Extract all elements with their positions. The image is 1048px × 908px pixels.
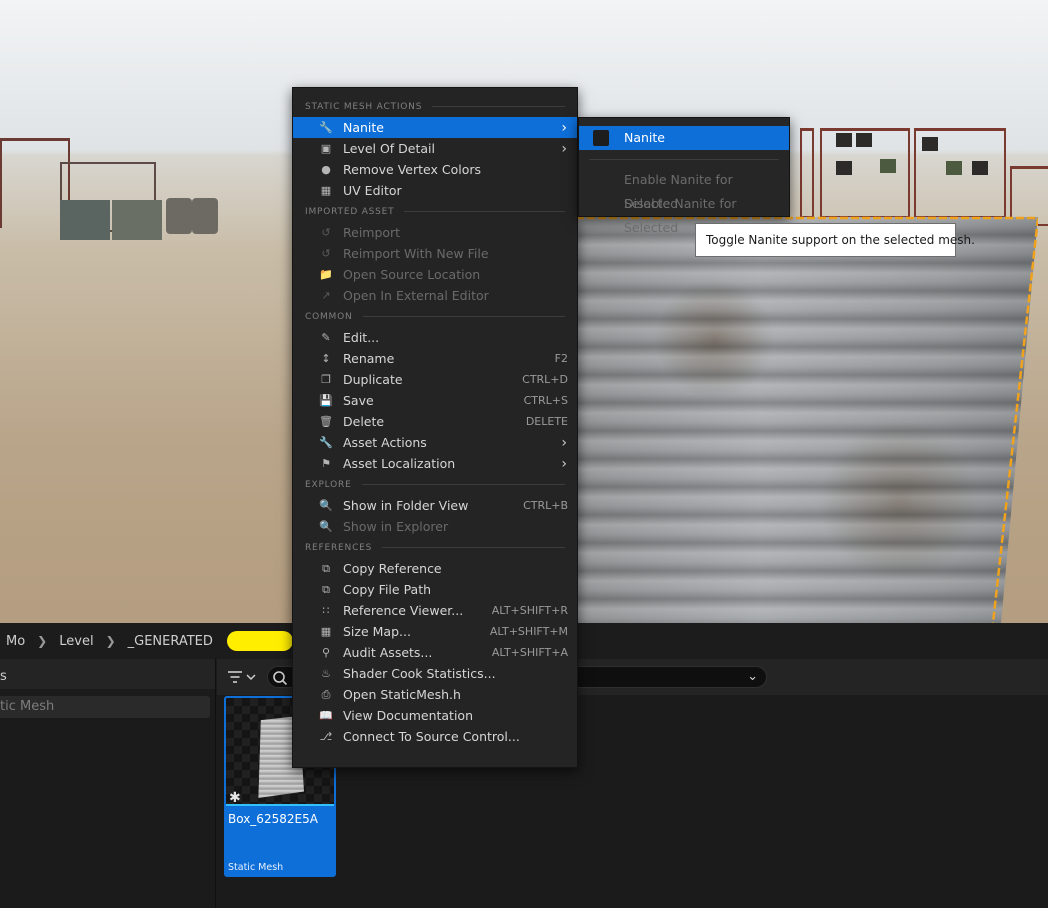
menu-item-edit[interactable]: ✎ Edit...: [293, 327, 577, 348]
chevron-right-icon: ›: [561, 119, 567, 136]
asset-name: Box_62582E5A: [228, 812, 318, 826]
lod-icon: ▣: [320, 142, 332, 155]
section-header: STATIC MESH ACTIONS: [293, 96, 577, 117]
menu-item-shader-cook-statistics[interactable]: ♨ Shader Cook Statistics...: [293, 663, 577, 684]
checkbox[interactable]: [593, 130, 609, 146]
copy-icon: ⧉: [322, 562, 330, 575]
section-header: EXPLORE: [293, 474, 577, 495]
asset-type: Static Mesh: [228, 862, 284, 873]
filter-icon: [228, 671, 256, 683]
rack: [800, 128, 814, 218]
pencil-icon: ✎: [321, 331, 331, 344]
modified-asterisk-icon: ✱: [229, 790, 241, 806]
menu-item-nanite[interactable]: 🔧 Nanite ›: [293, 117, 577, 138]
menu-item-rename[interactable]: ↕ Rename F2: [293, 348, 577, 369]
crate: [112, 200, 162, 240]
chevron-right-icon: ❯: [105, 634, 116, 648]
wrench-icon: 🔧: [319, 436, 333, 449]
panel-header: s: [0, 659, 215, 689]
crate: [60, 200, 110, 240]
barrel: [166, 198, 192, 234]
wrench-icon: 🔧: [319, 121, 333, 134]
menu-item-reimport-new-file[interactable]: ↺ Reimport With New File: [293, 243, 577, 264]
menu-item-audit-assets[interactable]: ⚲ Audit Assets... ALT+SHIFT+A: [293, 642, 577, 663]
rack: [820, 128, 910, 218]
audit-icon: ⚲: [321, 646, 331, 659]
graph-icon: ∷: [322, 604, 330, 617]
chevron-right-icon: ›: [561, 434, 567, 451]
sources-panel: s tic Mesh: [0, 659, 216, 908]
tooltip: Toggle Nanite support on the selected me…: [695, 223, 975, 257]
trash-icon: 🗑: [319, 415, 333, 428]
menu-item-asset-localization[interactable]: ⚑ Asset Localization ›: [293, 453, 577, 474]
menu-item-size-map[interactable]: ▦ Size Map... ALT+SHIFT+M: [293, 621, 577, 642]
folder-icon: 📁: [319, 268, 333, 281]
paint-drop-icon: ●: [321, 163, 331, 176]
menu-item-open-header[interactable]: ⎙ Open StaticMesh.h: [293, 684, 577, 705]
reimport-icon: ↺: [321, 226, 331, 239]
menu-item-save[interactable]: 💾 Save CTRL+S: [293, 390, 577, 411]
menu-item-open-source-location[interactable]: 📁 Open Source Location: [293, 264, 577, 285]
menu-item-nanite-toggle[interactable]: Nanite: [579, 126, 789, 150]
uv-grid-icon: ▦: [320, 184, 332, 197]
redaction-mark: [226, 631, 293, 651]
menu-item-show-in-explorer[interactable]: 🔍 Show in Explorer: [293, 516, 577, 537]
menu-item-enable-nanite[interactable]: Enable Nanite for Selected: [579, 168, 789, 211]
nanite-submenu: Nanite Enable Nanite for Selected Disabl…: [578, 117, 790, 235]
breadcrumb-item[interactable]: _GENERATED: [122, 634, 219, 649]
menu-item-connect-source-control[interactable]: ⎇ Connect To Source Control...: [293, 726, 577, 747]
reimport-icon: ↺: [321, 247, 331, 260]
menu-item-asset-actions[interactable]: 🔧 Asset Actions ›: [293, 432, 577, 453]
book-icon: 📖: [319, 709, 333, 722]
folder-search-icon: 🔍: [319, 499, 333, 512]
menu-item-view-documentation[interactable]: 📖 View Documentation: [293, 705, 577, 726]
search-icon: [273, 671, 288, 686]
size-map-icon: ▦: [320, 625, 332, 638]
pot-icon: ♨: [321, 667, 331, 680]
menu-item-duplicate[interactable]: ❐ Duplicate CTRL+D: [293, 369, 577, 390]
menu-item-remove-vertex-colors[interactable]: ● Remove Vertex Colors: [293, 159, 577, 180]
barrel: [192, 198, 218, 234]
save-icon: 💾: [319, 394, 333, 407]
code-file-icon: ⎙: [321, 688, 331, 701]
menu-item-level-of-detail[interactable]: ▣ Level Of Detail ›: [293, 138, 577, 159]
filter-item[interactable]: tic Mesh: [0, 696, 210, 718]
menu-item-delete[interactable]: 🗑 Delete DELETE: [293, 411, 577, 432]
menu-item-reimport[interactable]: ↺ Reimport: [293, 222, 577, 243]
chevron-right-icon: ›: [561, 140, 567, 157]
section-header: COMMON: [293, 306, 577, 327]
rename-icon: ↕: [321, 352, 331, 365]
menu-item-disable-nanite[interactable]: Disable Nanite for Selected: [579, 192, 789, 235]
breadcrumb-item[interactable]: Mo: [0, 634, 31, 649]
selected-mesh-wall[interactable]: [576, 217, 1038, 623]
copy-icon: ⧉: [322, 583, 330, 596]
section-header: IMPORTED ASSET: [293, 201, 577, 222]
chevron-down-icon[interactable]: ⌄: [747, 669, 758, 684]
flag-icon: ⚑: [321, 457, 331, 470]
menu-item-uv-editor[interactable]: ▦ UV Editor: [293, 180, 577, 201]
chevron-right-icon: ›: [561, 455, 567, 472]
divider: [589, 159, 779, 160]
rack: [914, 128, 1006, 218]
source-control-icon: ⎇: [319, 730, 333, 743]
menu-item-copy-reference[interactable]: ⧉ Copy Reference: [293, 558, 577, 579]
external-link-icon: ↗: [321, 289, 331, 302]
section-header: REFERENCES: [293, 537, 577, 558]
menu-item-open-external-editor[interactable]: ↗ Open In External Editor: [293, 285, 577, 306]
folder-search-icon: 🔍: [319, 520, 333, 533]
breadcrumb-item[interactable]: Level: [53, 634, 99, 649]
filter-button[interactable]: [226, 668, 260, 686]
menu-item-show-in-folder-view[interactable]: 🔍 Show in Folder View CTRL+B: [293, 495, 577, 516]
context-menu: STATIC MESH ACTIONS 🔧 Nanite › ▣ Level O…: [292, 87, 578, 768]
menu-item-copy-file-path[interactable]: ⧉ Copy File Path: [293, 579, 577, 600]
chevron-right-icon: ❯: [37, 634, 48, 648]
menu-item-reference-viewer[interactable]: ∷ Reference Viewer... ALT+SHIFT+R: [293, 600, 577, 621]
duplicate-icon: ❐: [321, 373, 331, 386]
